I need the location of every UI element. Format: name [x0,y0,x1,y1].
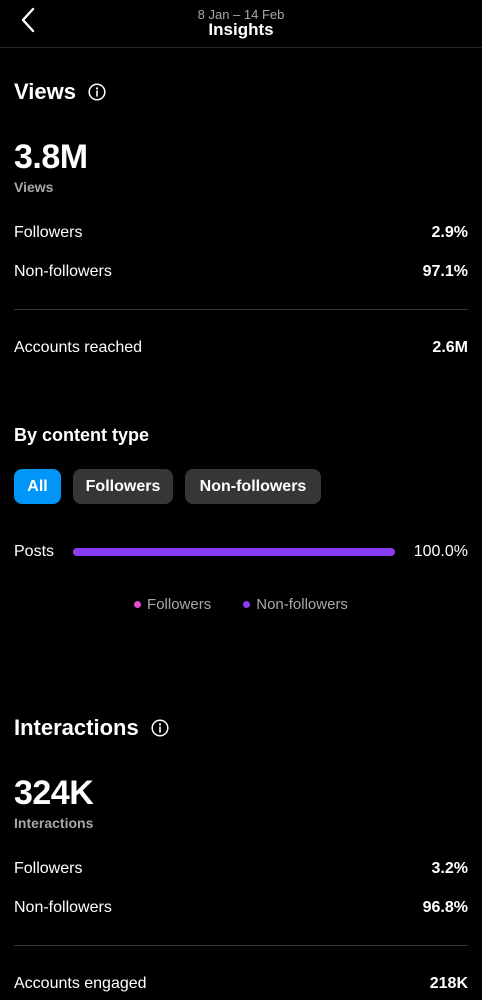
interactions-section-title: Interactions [14,715,169,741]
posts-bar-non-followers-fill [73,548,395,556]
posts-bar-row: Posts 100.0% [14,541,468,563]
info-icon[interactable] [88,83,106,101]
interactions-total: 324K [14,774,94,812]
interactions-followers-value: 3.2% [431,860,468,877]
views-followers-row: Followers 2.9% [14,222,468,244]
filter-non-followers-button[interactable]: Non-followers [185,469,321,504]
interactions-non-followers-row: Non-followers 96.8% [14,897,468,919]
interactions-non-followers-value: 96.8% [422,899,468,916]
followers-dot-icon [134,601,142,608]
accounts-engaged-value: 218K [429,975,468,992]
content-type-legend: Followers Non-followers [0,596,482,613]
accounts-reached-value: 2.6M [432,339,468,356]
views-non-followers-value: 97.1% [422,263,468,280]
accounts-engaged-row[interactable]: Accounts engaged 218K [14,973,468,995]
legend-followers: Followers [134,596,211,613]
views-title: Views [14,79,76,104]
content-type-title: By content type [14,425,150,445]
legend-non-followers-label: Non-followers [256,596,348,613]
divider [14,945,468,946]
info-icon[interactable] [151,719,169,737]
views-total-label: Views [14,179,54,195]
accounts-engaged-label: Accounts engaged [14,975,147,992]
page-title: Insights [208,20,274,39]
filter-all-button[interactable]: All [14,469,61,504]
accounts-reached-label: Accounts reached [14,339,143,356]
interactions-non-followers-label: Non-followers [14,899,112,916]
interactions-title: Interactions [14,715,139,740]
divider [14,309,468,310]
views-non-followers-row: Non-followers 97.1% [14,261,468,283]
posts-bar-track [73,548,395,556]
filter-followers-button[interactable]: Followers [73,469,173,504]
interactions-total-label: Interactions [14,815,94,831]
views-followers-label: Followers [14,224,83,241]
legend-non-followers: Non-followers [243,596,348,613]
top-bar: 8 Jan – 14 Feb Insights [0,0,482,48]
views-total: 3.8M [14,138,88,176]
interactions-followers-row: Followers 3.2% [14,858,468,880]
views-non-followers-label: Non-followers [14,263,112,280]
accounts-reached-row[interactable]: Accounts reached 2.6M [14,337,468,359]
legend-followers-label: Followers [147,596,212,613]
interactions-followers-label: Followers [14,860,83,877]
non-followers-dot-icon [243,601,251,608]
posts-value: 100.0% [413,543,468,560]
views-section-title: Views [14,79,106,105]
views-followers-value: 2.9% [431,224,468,241]
posts-label: Posts [14,543,55,560]
